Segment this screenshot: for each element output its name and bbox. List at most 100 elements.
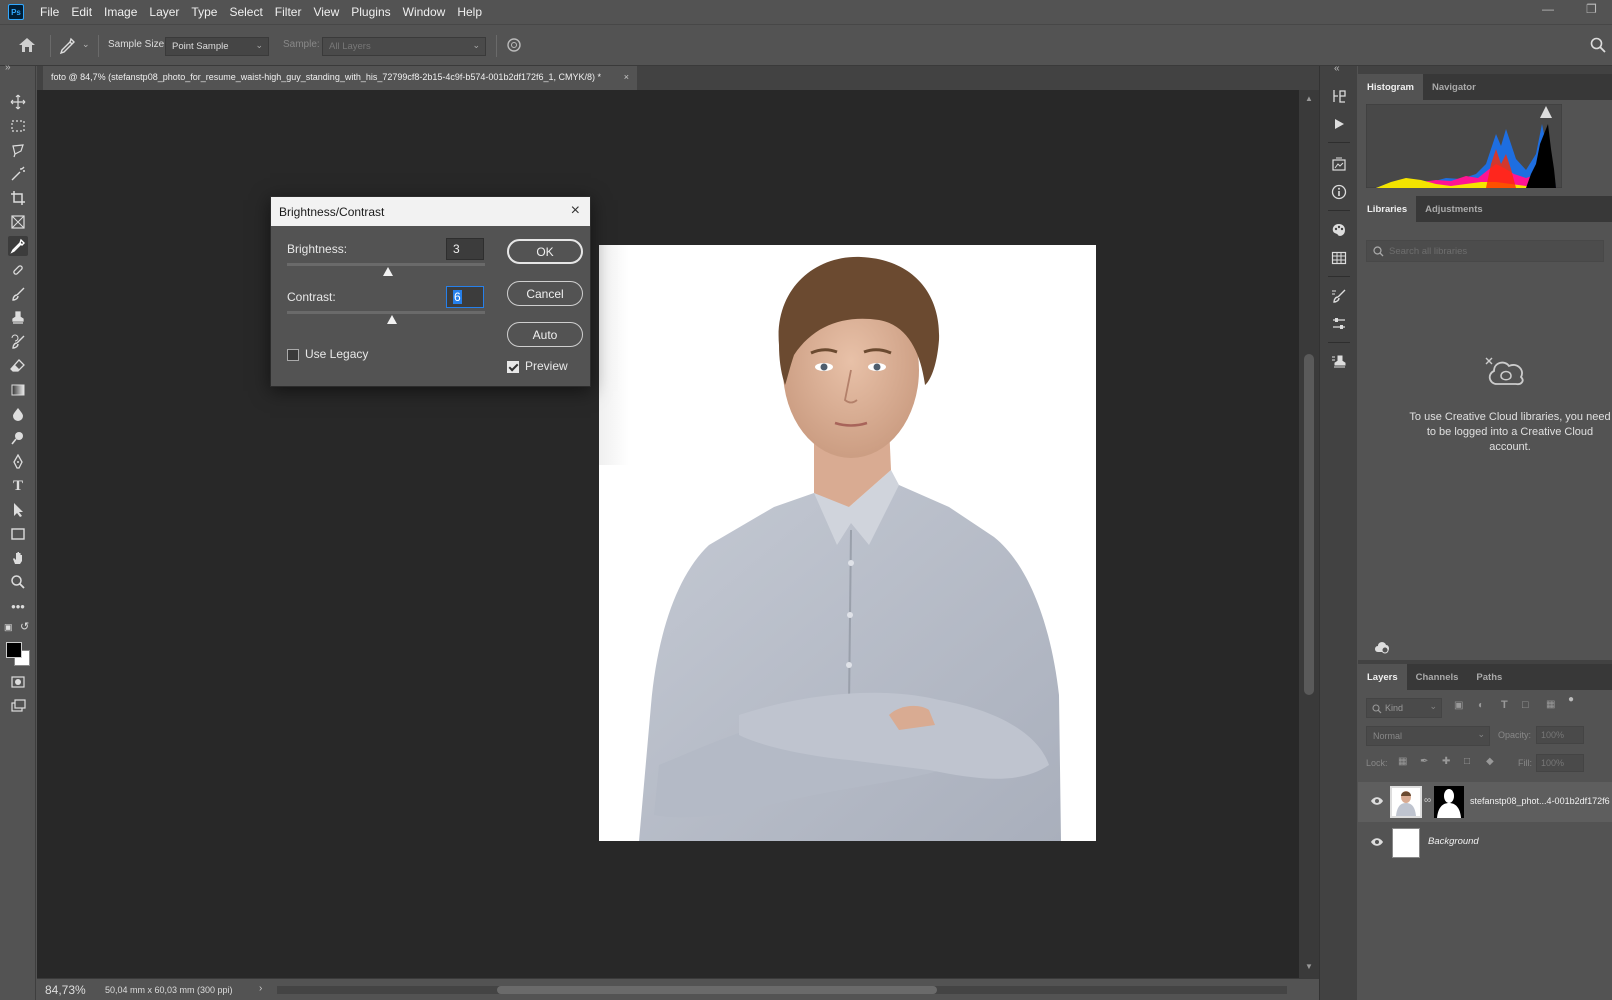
sampling-ring-icon[interactable] — [506, 37, 522, 53]
horizontal-scroll-thumb[interactable] — [497, 986, 937, 994]
menu-edit[interactable]: Edit — [65, 0, 98, 24]
actions-play-icon[interactable] — [1329, 114, 1349, 134]
chain-link-icon[interactable]: ∞ — [1424, 795, 1431, 806]
layer-row[interactable]: Background — [1358, 822, 1612, 862]
auto-button[interactable]: Auto — [507, 322, 583, 347]
contrast-slider-handle[interactable] — [387, 315, 397, 324]
close-icon[interactable]: × — [571, 202, 580, 220]
cloud-sync-icon[interactable] — [1374, 640, 1390, 654]
screen-mode-icon[interactable] — [8, 696, 28, 716]
history-brush-tool-icon[interactable] — [8, 332, 28, 352]
menu-filter[interactable]: Filter — [269, 0, 308, 24]
clone-stamp-tool-icon[interactable] — [8, 308, 28, 328]
menu-select[interactable]: Select — [223, 0, 268, 24]
type-tool-icon[interactable]: T — [8, 476, 28, 496]
status-menu-icon[interactable]: › — [259, 983, 262, 994]
eyedropper-tool-icon[interactable] — [8, 236, 28, 256]
filter-shape-icon[interactable]: □ — [1522, 699, 1529, 711]
sample-size-select[interactable]: Point Sample ⌄ — [165, 37, 269, 56]
cancel-button[interactable]: Cancel — [507, 281, 583, 306]
preview-checkbox[interactable] — [507, 361, 519, 373]
tab-libraries[interactable]: Libraries — [1358, 196, 1417, 222]
color-palette-icon[interactable] — [1329, 220, 1349, 240]
contrast-field[interactable]: 6 — [446, 286, 484, 308]
info-icon[interactable] — [1329, 182, 1349, 202]
brightness-field[interactable]: 3 — [446, 238, 484, 260]
tab-layers[interactable]: Layers — [1358, 664, 1407, 690]
lock-image-icon[interactable]: ✒ — [1420, 756, 1428, 767]
brushes-icon[interactable] — [1329, 286, 1349, 306]
filter-toggle-icon[interactable]: ● — [1568, 694, 1574, 705]
lock-transparent-icon[interactable]: ▦ — [1398, 756, 1407, 767]
menu-window[interactable]: Window — [397, 0, 452, 24]
zoom-level[interactable]: 84,73% — [45, 983, 86, 997]
adjustment-sliders-icon[interactable] — [1329, 314, 1349, 334]
magic-wand-tool-icon[interactable] — [8, 164, 28, 184]
layer-kind-filter[interactable]: Kind ⌄ — [1366, 698, 1442, 718]
path-selection-tool-icon[interactable] — [8, 500, 28, 520]
minimize-icon[interactable]: — — [1542, 2, 1554, 16]
history-icon[interactable] — [1329, 86, 1349, 106]
collapse-toolbar-icon[interactable]: » — [5, 62, 11, 73]
tab-histogram[interactable]: Histogram — [1358, 74, 1423, 100]
library-search-field[interactable]: Search all libraries — [1366, 240, 1604, 262]
foreground-color-swatch[interactable] — [6, 642, 22, 658]
eye-visibility-icon[interactable] — [1370, 837, 1384, 847]
eraser-tool-icon[interactable] — [8, 356, 28, 376]
menu-help[interactable]: Help — [451, 0, 488, 24]
tab-channels[interactable]: Channels — [1407, 664, 1468, 690]
menu-plugins[interactable]: Plugins — [345, 0, 396, 24]
eyedropper-icon[interactable] — [58, 37, 76, 55]
sample-select[interactable]: All Layers ⌄ — [322, 37, 486, 56]
hand-tool-icon[interactable] — [8, 548, 28, 568]
layer-mask-thumbnail[interactable] — [1434, 786, 1464, 818]
more-tools-icon[interactable]: ••• — [8, 596, 28, 616]
move-tool-icon[interactable] — [8, 92, 28, 112]
opacity-field[interactable]: 100% — [1536, 726, 1584, 744]
menu-file[interactable]: File — [34, 0, 65, 24]
swap-colors-icon[interactable]: ↺ — [20, 620, 29, 633]
brightness-slider-handle[interactable] — [383, 267, 393, 276]
tab-paths[interactable]: Paths — [1467, 664, 1511, 690]
fill-field[interactable]: 100% — [1536, 754, 1584, 772]
marquee-tool-icon[interactable] — [8, 116, 28, 136]
document-image[interactable] — [599, 245, 1096, 841]
layer-row[interactable]: ∞ stefanstp08_phot...4-001b2df172f6 — [1358, 782, 1612, 822]
menu-view[interactable]: View — [307, 0, 345, 24]
tab-adjustments[interactable]: Adjustments — [1416, 196, 1492, 222]
default-colors-icon[interactable]: ▣ — [4, 622, 13, 633]
swatches-grid-icon[interactable] — [1329, 248, 1349, 268]
eye-visibility-icon[interactable] — [1370, 796, 1384, 806]
dodge-tool-icon[interactable] — [8, 428, 28, 448]
lock-artboard-icon[interactable]: □ — [1464, 756, 1470, 767]
brightness-slider-track[interactable] — [287, 263, 485, 266]
document-tab[interactable]: foto @ 84,7% (stefanstp08_photo_for_resu… — [43, 66, 637, 90]
filter-adjustment-icon[interactable]: ◐ — [1478, 700, 1484, 711]
gradient-tool-icon[interactable] — [8, 380, 28, 400]
use-legacy-checkbox[interactable] — [287, 349, 299, 361]
collapse-panels-icon[interactable]: « — [1334, 63, 1340, 74]
zoom-tool-icon[interactable] — [8, 572, 28, 592]
frame-tool-icon[interactable] — [8, 212, 28, 232]
home-icon[interactable] — [18, 37, 36, 53]
preview-label[interactable]: Preview — [525, 359, 568, 373]
chevron-down-icon[interactable]: ⌄ — [82, 39, 90, 50]
contrast-slider-track[interactable] — [287, 311, 485, 314]
menu-type[interactable]: Type — [185, 0, 223, 24]
menu-layer[interactable]: Layer — [143, 0, 185, 24]
close-tab-icon[interactable]: × — [624, 72, 629, 82]
dialog-titlebar[interactable]: Brightness/Contrast × — [271, 197, 590, 226]
vertical-scrollbar[interactable]: ▲ ▼ — [1299, 90, 1319, 978]
rectangle-tool-icon[interactable] — [8, 524, 28, 544]
horizontal-scrollbar[interactable] — [277, 986, 1287, 994]
blend-mode-select[interactable]: Normal ⌄ — [1366, 726, 1490, 746]
crop-tool-icon[interactable] — [8, 188, 28, 208]
restore-icon[interactable]: ❐ — [1586, 2, 1597, 16]
healing-brush-tool-icon[interactable] — [8, 260, 28, 280]
properties-icon[interactable] — [1329, 154, 1349, 174]
filter-pixel-icon[interactable]: ▣ — [1454, 700, 1463, 711]
tab-navigator[interactable]: Navigator — [1423, 74, 1485, 100]
brush-tool-icon[interactable] — [8, 284, 28, 304]
filter-type-icon[interactable]: T — [1501, 699, 1508, 711]
search-icon[interactable] — [1590, 37, 1606, 53]
